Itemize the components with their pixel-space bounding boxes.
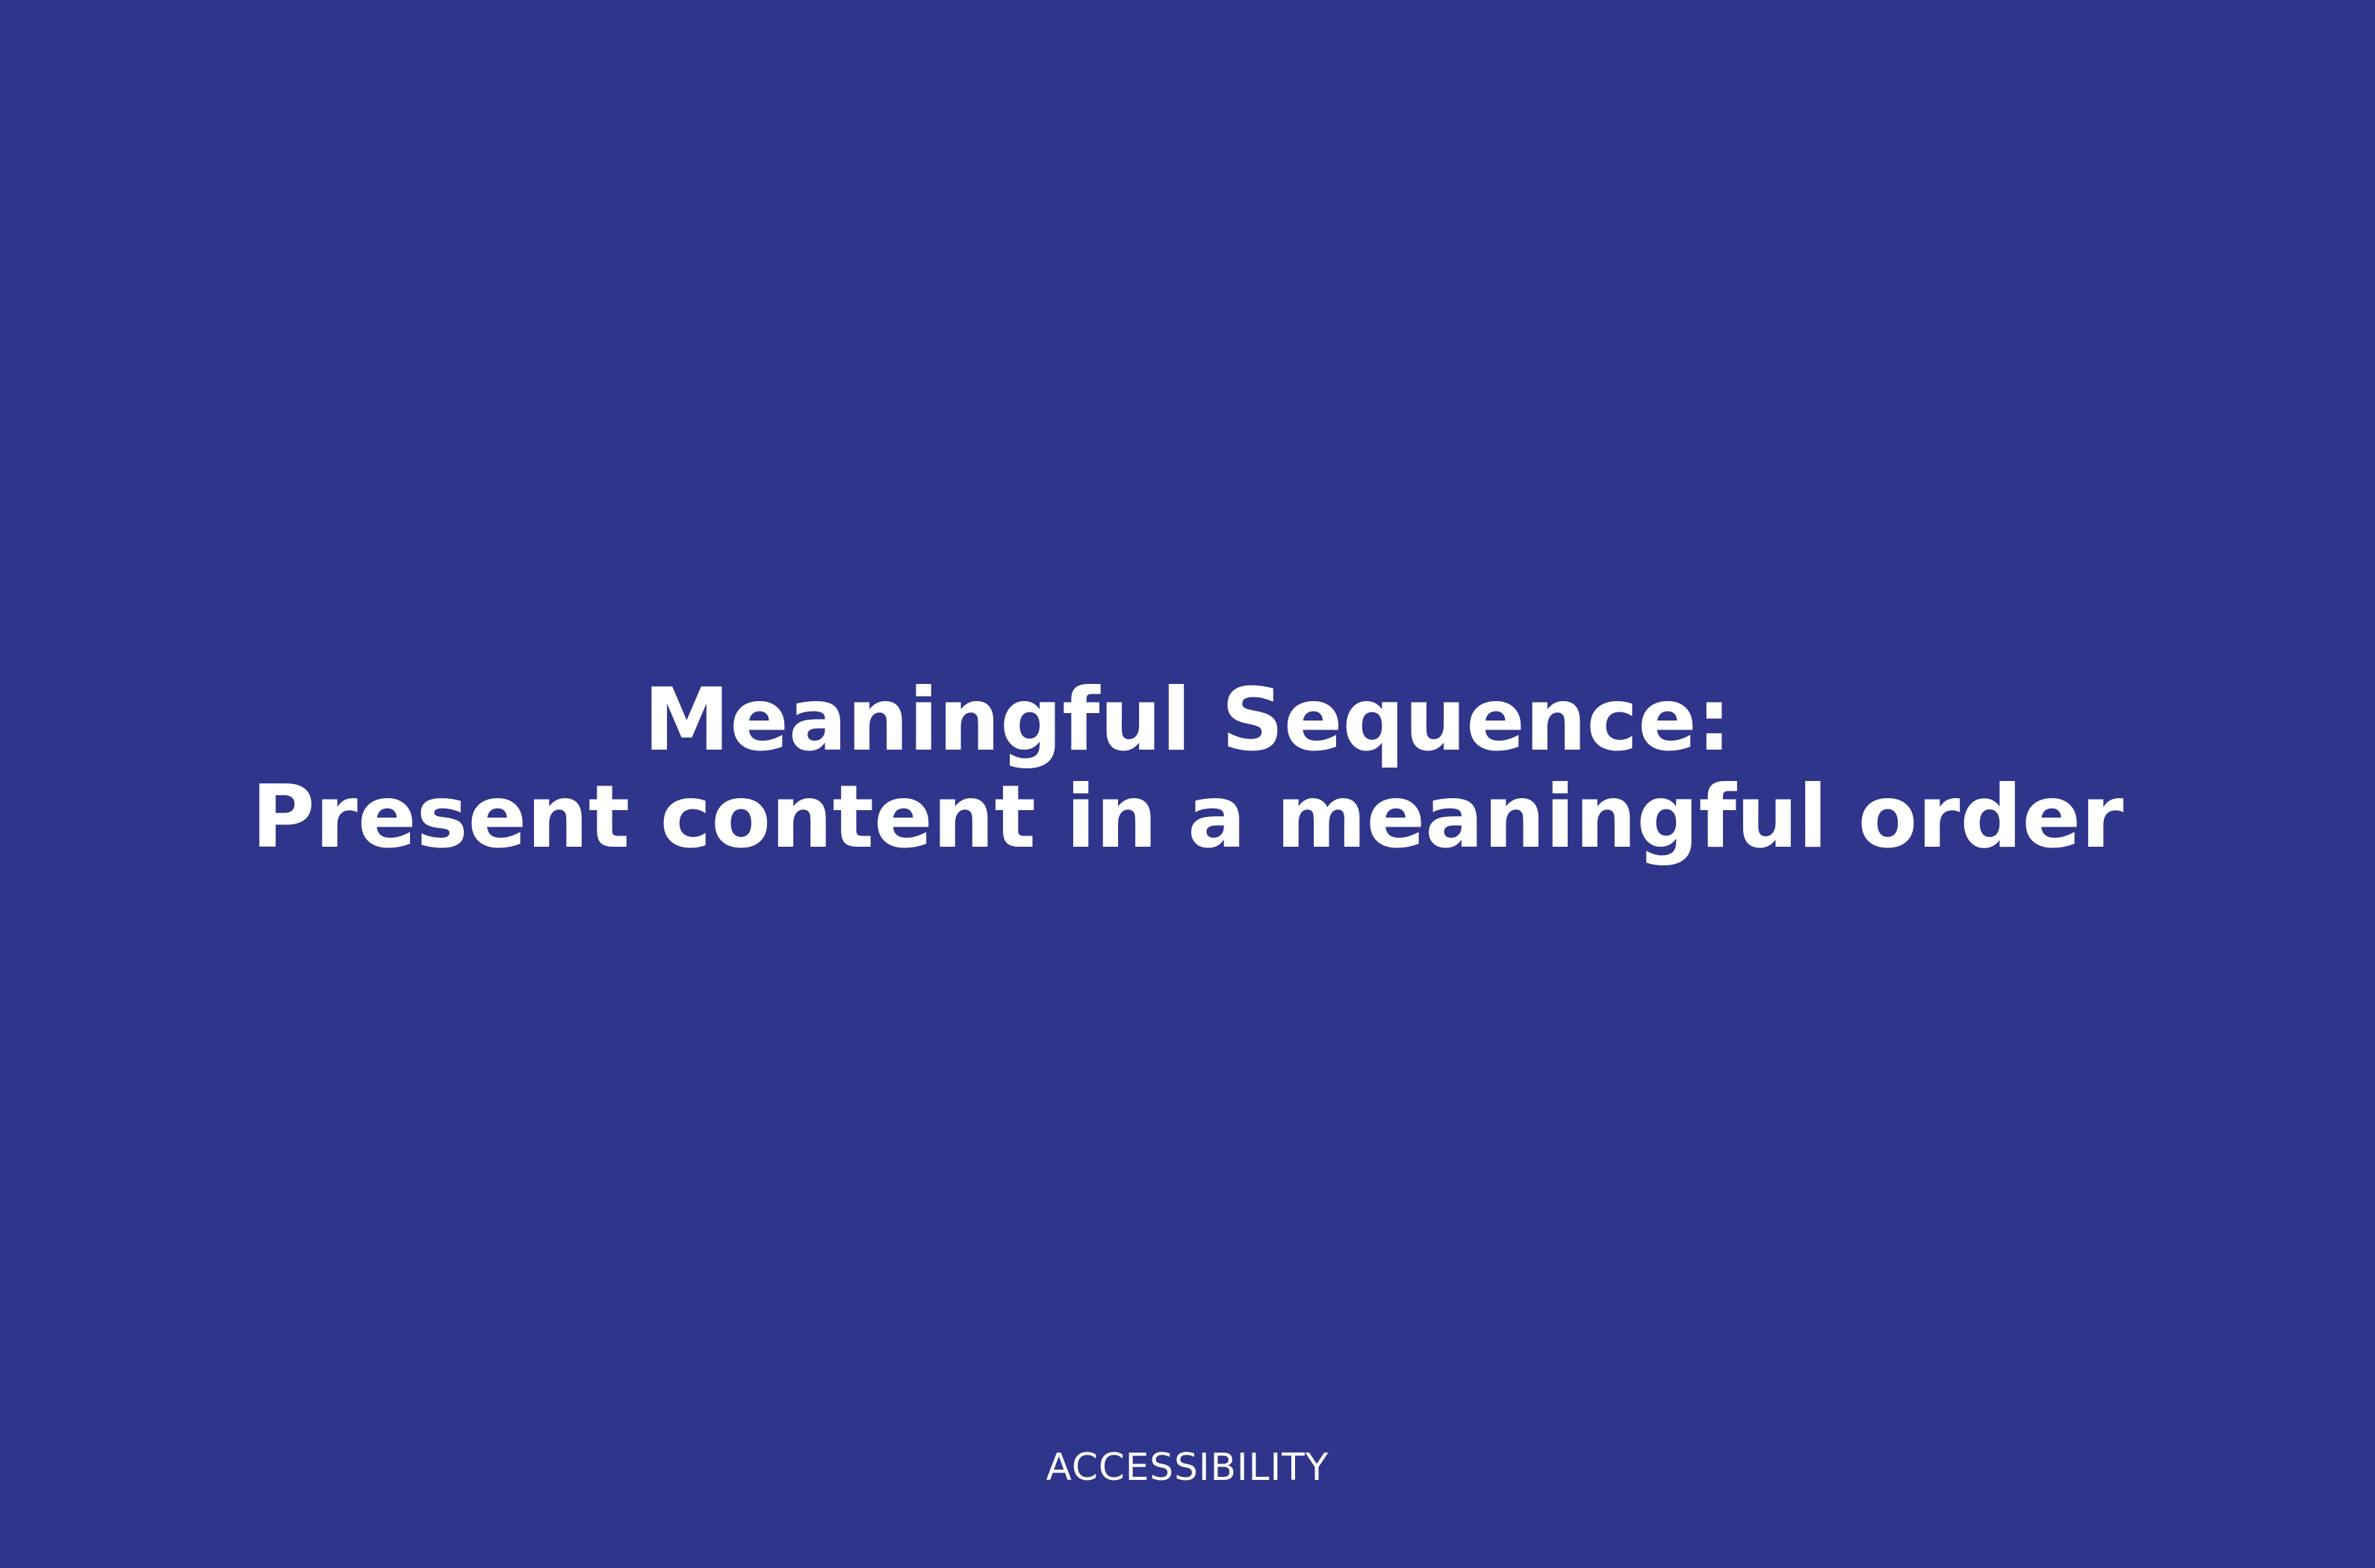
title-line-2: Present content in a meaningful order xyxy=(251,767,2124,868)
footer-category-label: ACCESSIBILITY xyxy=(1046,1446,1329,1489)
slide-canvas: Meaningful Sequence: Present content in … xyxy=(0,0,2375,1568)
title-line-1: Meaningful Sequence: xyxy=(643,670,1732,771)
slide-title: Meaningful Sequence: Present content in … xyxy=(0,672,2375,866)
